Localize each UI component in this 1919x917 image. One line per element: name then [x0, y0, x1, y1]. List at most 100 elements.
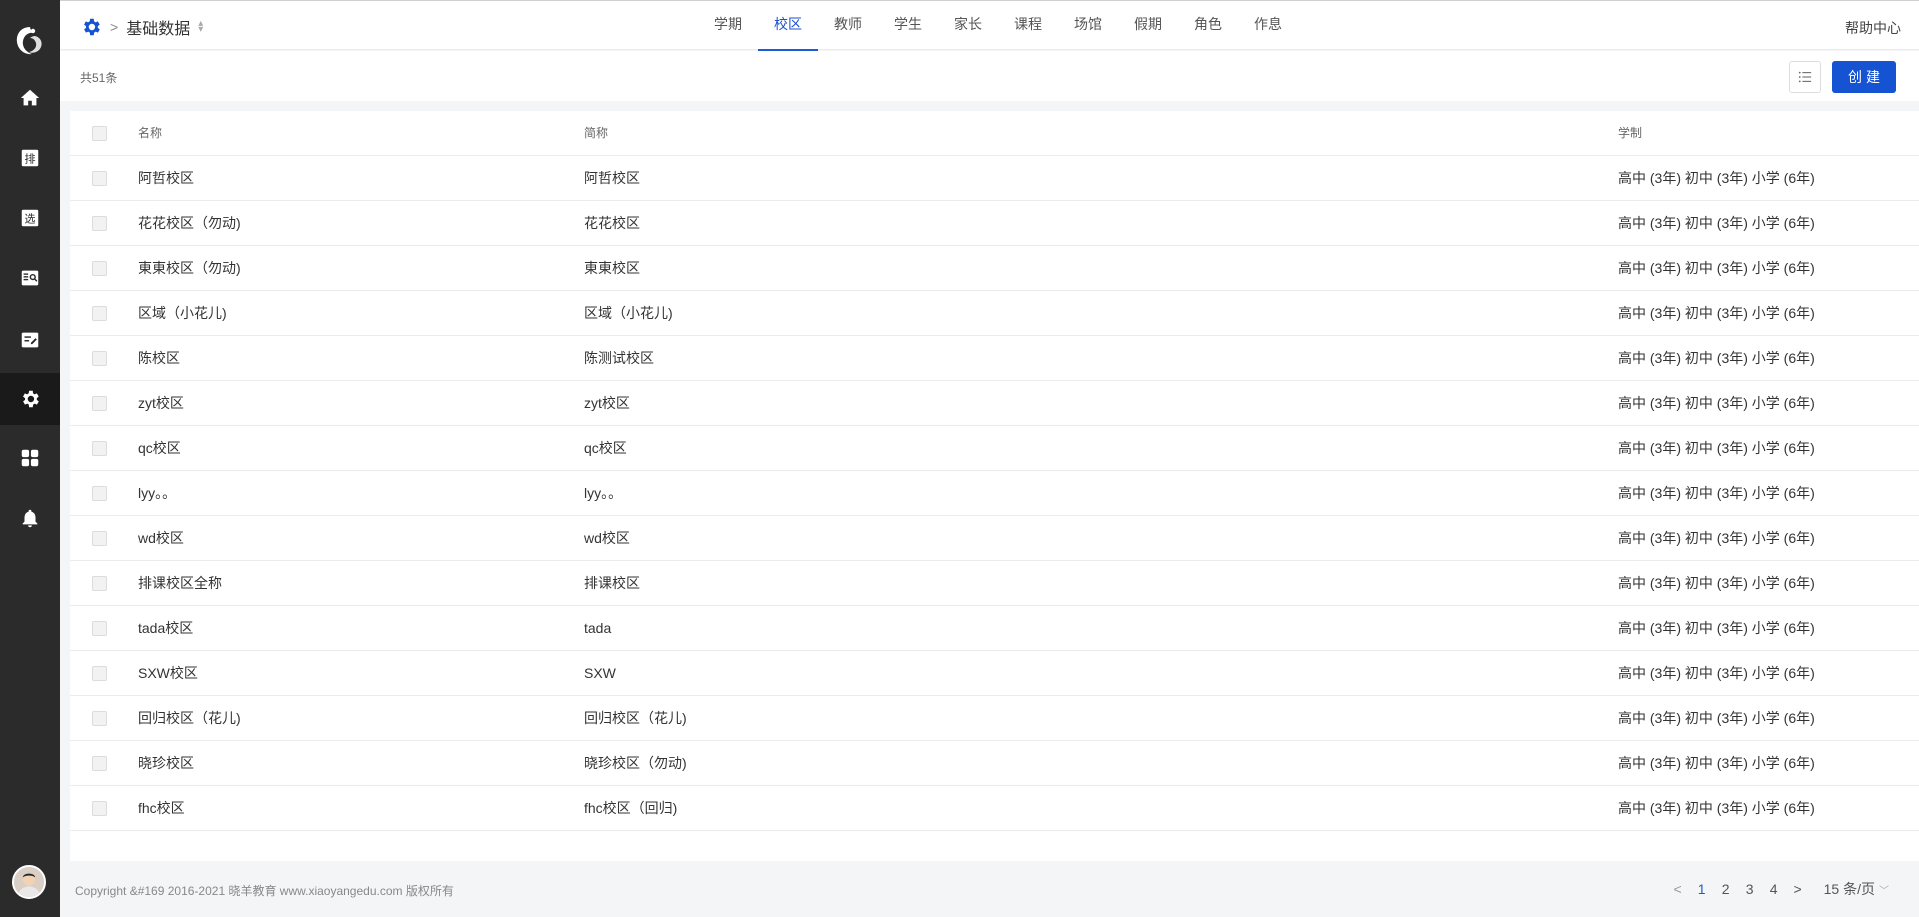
- table-row[interactable]: zyt校区 zyt校区 高中 (3年) 初中 (3年) 小学 (6年): [70, 381, 1919, 426]
- cell-school-system: 高中 (3年) 初中 (3年) 小学 (6年): [1618, 710, 1815, 726]
- svg-text:选: 选: [25, 213, 36, 226]
- cell-short-name: tada: [584, 620, 612, 636]
- select-all-checkbox[interactable]: [92, 126, 107, 141]
- home-icon: [20, 89, 40, 106]
- column-header-short-name[interactable]: 简称: [584, 111, 608, 156]
- cell-short-name: SXW: [584, 665, 616, 681]
- cell-school-system: 高中 (3年) 初中 (3年) 小学 (6年): [1618, 575, 1815, 591]
- sidebar-item-book-search[interactable]: [0, 252, 60, 304]
- app-root: 排选 > 基础数据 ▴ ▾ 学期 校区 教师 学生 家长 课程 场馆 假期 角色 作息 帮助中心 共…: [0, 0, 1919, 917]
- table-row[interactable]: 阿哲校区 阿哲校区 高中 (3年) 初中 (3年) 小学 (6年): [70, 156, 1919, 201]
- table-row[interactable]: qc校区 qc校区 高中 (3年) 初中 (3年) 小学 (6年): [70, 426, 1919, 471]
- tab-7[interactable]: 假期: [1118, 1, 1178, 51]
- sidebar-item-home[interactable]: [0, 72, 60, 124]
- tab-9[interactable]: 作息: [1238, 1, 1298, 51]
- cell-school-system: 高中 (3年) 初中 (3年) 小学 (6年): [1618, 530, 1815, 546]
- page-number[interactable]: 3: [1738, 881, 1762, 897]
- sidebar-item-schedule[interactable]: 排: [0, 132, 60, 184]
- table-row[interactable]: tada校区 tada 高中 (3年) 初中 (3年) 小学 (6年): [70, 606, 1919, 651]
- table-row[interactable]: 回归校区（花儿) 回归校区（花儿) 高中 (3年) 初中 (3年) 小学 (6年): [70, 696, 1919, 741]
- table-row[interactable]: lyy。。 lyy。。 高中 (3年) 初中 (3年) 小学 (6年): [70, 471, 1919, 516]
- sidebar-item-assignment[interactable]: [0, 314, 60, 366]
- row-checkbox[interactable]: [92, 621, 107, 636]
- column-header-name[interactable]: 名称: [138, 111, 162, 156]
- apps-grid-icon: [21, 449, 39, 467]
- table-row[interactable]: 陈校区 陈测试校区 高中 (3年) 初中 (3年) 小学 (6年): [70, 336, 1919, 381]
- row-checkbox[interactable]: [92, 171, 107, 186]
- tab-8[interactable]: 角色: [1178, 1, 1238, 51]
- gear-icon: [84, 18, 100, 36]
- pagination: < 1234 > 15 条/页 ﹀: [1666, 879, 1889, 899]
- row-checkbox[interactable]: [92, 801, 107, 816]
- table-row[interactable]: 東東校区（勿动) 東東校区 高中 (3年) 初中 (3年) 小学 (6年): [70, 246, 1919, 291]
- copyright-text: Copyright &#169 2016-2021 晓羊教育 www.xiaoy…: [75, 884, 454, 898]
- top-header: > 基础数据 ▴ ▾ 学期 校区 教师 学生 家长 课程 场馆 假期 角色 作息 帮助中心: [60, 0, 1919, 51]
- sidebar-item-select[interactable]: 选: [0, 192, 60, 244]
- row-checkbox[interactable]: [92, 576, 107, 591]
- assignment-icon: [21, 332, 39, 348]
- page-title[interactable]: 基础数据: [126, 15, 190, 39]
- cell-short-name: 排课校区: [584, 575, 640, 591]
- table-header: 名称 简称 学制: [70, 111, 1919, 156]
- cell-short-name: zyt校区: [584, 395, 630, 411]
- svg-text:排: 排: [25, 152, 36, 166]
- cell-short-name: qc校区: [584, 440, 627, 456]
- sidebar-item-settings[interactable]: [0, 373, 60, 425]
- cell-short-name: 晓珍校区（勿动): [584, 755, 687, 771]
- row-checkbox[interactable]: [92, 306, 107, 321]
- table-row[interactable]: fhc校区 fhc校区（回归) 高中 (3年) 初中 (3年) 小学 (6年): [70, 786, 1919, 831]
- row-checkbox[interactable]: [92, 666, 107, 681]
- page-number[interactable]: 4: [1762, 881, 1786, 897]
- sidebar: 排选: [0, 0, 60, 917]
- row-checkbox[interactable]: [92, 351, 107, 366]
- table-row[interactable]: 花花校区（勿动) 花花校区 高中 (3年) 初中 (3年) 小学 (6年): [70, 201, 1919, 246]
- page-number[interactable]: 1: [1690, 881, 1714, 897]
- cell-name: 東東校区（勿动): [138, 260, 241, 276]
- table-row[interactable]: 晓珍校区 晓珍校区（勿动) 高中 (3年) 初中 (3年) 小学 (6年): [70, 741, 1919, 786]
- column-settings-button[interactable]: [1789, 61, 1821, 93]
- tab-0[interactable]: 学期: [698, 1, 758, 51]
- row-checkbox[interactable]: [92, 756, 107, 771]
- row-checkbox[interactable]: [92, 261, 107, 276]
- page-number[interactable]: 2: [1714, 881, 1738, 897]
- row-checkbox[interactable]: [92, 216, 107, 231]
- list-toolbar: 共51条 创建: [60, 51, 1919, 101]
- row-checkbox[interactable]: [92, 711, 107, 726]
- tab-1[interactable]: 校区: [758, 1, 818, 51]
- row-checkbox[interactable]: [92, 441, 107, 456]
- create-button[interactable]: 创建: [1832, 61, 1896, 93]
- help-center-link[interactable]: 帮助中心: [1845, 18, 1901, 38]
- row-checkbox[interactable]: [92, 531, 107, 546]
- tab-3[interactable]: 学生: [878, 1, 938, 51]
- table-row[interactable]: SXW校区 SXW 高中 (3年) 初中 (3年) 小学 (6年): [70, 651, 1919, 696]
- table-row[interactable]: wd校区 wd校区 高中 (3年) 初中 (3年) 小学 (6年): [70, 516, 1919, 561]
- cell-short-name: 回归校区（花儿): [584, 710, 687, 726]
- column-header-school-system[interactable]: 学制: [1618, 111, 1642, 156]
- tab-6[interactable]: 场馆: [1058, 1, 1118, 51]
- sidebar-item-apps-grid[interactable]: [0, 432, 60, 484]
- cell-name: 排课校区全称: [138, 575, 222, 591]
- cell-name: 区域（小花儿): [138, 305, 227, 321]
- cell-short-name: fhc校区（回归): [584, 800, 678, 816]
- avatar[interactable]: [12, 865, 46, 899]
- row-checkbox[interactable]: [92, 396, 107, 411]
- sort-toggle-icon[interactable]: ▴ ▾: [198, 19, 203, 35]
- table-row[interactable]: 排课校区全称 排课校区 高中 (3年) 初中 (3年) 小学 (6年): [70, 561, 1919, 606]
- cell-name: lyy。。: [138, 485, 177, 501]
- cell-school-system: 高中 (3年) 初中 (3年) 小学 (6年): [1618, 305, 1815, 321]
- cell-school-system: 高中 (3年) 初中 (3年) 小学 (6年): [1618, 620, 1815, 636]
- cell-name: tada校区: [138, 620, 194, 636]
- tab-4[interactable]: 家长: [938, 1, 998, 51]
- sidebar-item-bell[interactable]: [0, 492, 60, 544]
- app-logo-icon[interactable]: [13, 24, 47, 58]
- next-page-button[interactable]: >: [1786, 881, 1810, 897]
- page-size-select[interactable]: 15 条/页 ﹀: [1824, 879, 1889, 899]
- prev-page-button[interactable]: <: [1666, 881, 1690, 897]
- tab-5[interactable]: 课程: [998, 1, 1058, 51]
- cell-school-system: 高中 (3年) 初中 (3年) 小学 (6年): [1618, 395, 1815, 411]
- row-checkbox[interactable]: [92, 486, 107, 501]
- breadcrumb-separator: >: [110, 19, 119, 35]
- cell-name: 晓珍校区: [138, 755, 194, 771]
- table-row[interactable]: 区域（小花儿) 区域（小花儿) 高中 (3年) 初中 (3年) 小学 (6年): [70, 291, 1919, 336]
- tab-2[interactable]: 教师: [818, 1, 878, 51]
